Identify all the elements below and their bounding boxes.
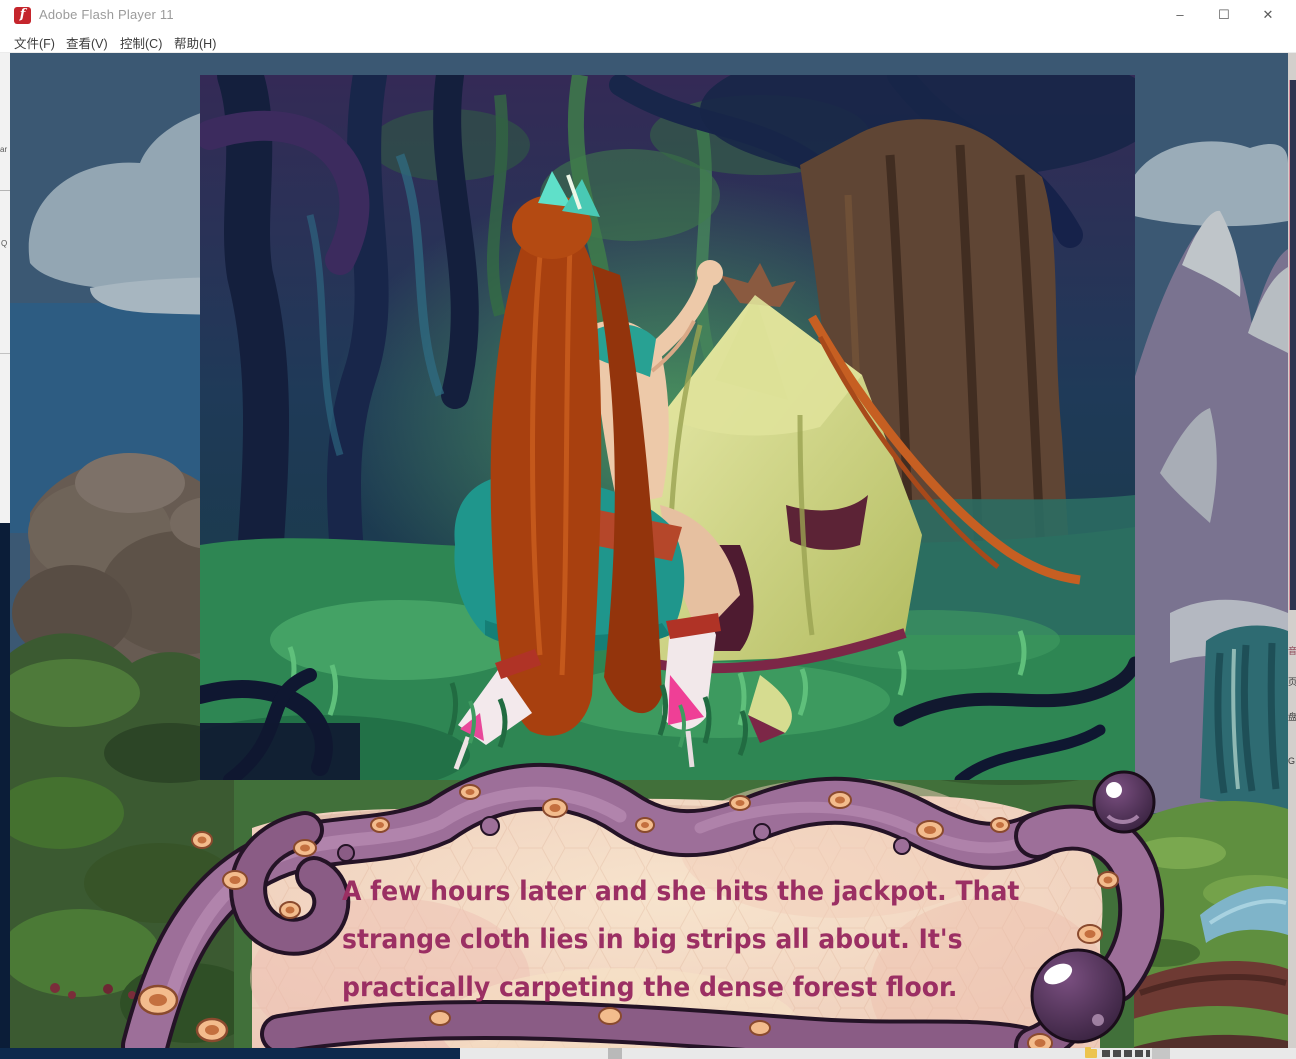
dialog-line: A few hours later and she hits the jackp… <box>342 872 956 920</box>
menu-view[interactable]: 查看(V) <box>66 33 108 52</box>
background-window-dark-area <box>0 523 10 1048</box>
minimize-button[interactable]: – <box>1158 4 1202 26</box>
edge-text-fragment: 音 <box>1288 644 1296 657</box>
dialog-line: strange cloth lies in big strips all abo… <box>342 920 956 968</box>
maximize-button[interactable]: ☐ <box>1202 4 1246 26</box>
window-titlebar: f Adobe Flash Player 11 – ☐ ✕ <box>0 0 1296 29</box>
flash-stage[interactable]: A few hours later and she hits the jackp… <box>10 53 1288 1048</box>
background-window-left-edge: ar Q <box>0 53 10 1048</box>
menu-control[interactable]: 控制(C) <box>120 33 162 52</box>
scrollbar-fragment <box>608 1048 622 1059</box>
edge-text-fragment: Q <box>1 239 7 248</box>
desktop-screen: f Adobe Flash Player 11 – ☐ ✕ 文件(F) 查看(V… <box>0 0 1296 1059</box>
dialog-text: A few hours later and she hits the jackp… <box>342 872 1002 1016</box>
close-button[interactable]: ✕ <box>1246 4 1290 26</box>
taskbar-strip[interactable] <box>0 1048 1296 1059</box>
menu-file[interactable]: 文件(F) <box>14 33 55 52</box>
scrollbar-fragment <box>1152 1048 1170 1059</box>
window-controls: – ☐ ✕ <box>1158 4 1290 26</box>
taskbar-text-fragment <box>1102 1050 1150 1057</box>
scene-illustration <box>200 75 1135 780</box>
folder-icon <box>1085 1049 1097 1058</box>
background-window-dark-area <box>1289 80 1296 610</box>
window-menubar: 文件(F) 查看(V) 控制(C) 帮助(H) <box>0 29 1296 53</box>
background-window-bottom-edge <box>0 1048 460 1059</box>
edge-text-fragment: G <box>1288 756 1295 766</box>
divider <box>0 353 10 354</box>
edge-text-fragment: 页 <box>1288 675 1296 688</box>
dialog-line: practically carpeting the dense forest f… <box>342 968 956 1016</box>
edge-text-fragment: 盘 <box>1288 710 1296 723</box>
edge-text-fragment: ar <box>0 145 7 154</box>
background-window-right-edge: 音 页 盘 G <box>1288 53 1296 1048</box>
window-title: Adobe Flash Player 11 <box>39 7 174 22</box>
divider <box>0 190 10 191</box>
menu-help[interactable]: 帮助(H) <box>174 33 216 52</box>
flash-player-icon: f <box>14 7 31 24</box>
